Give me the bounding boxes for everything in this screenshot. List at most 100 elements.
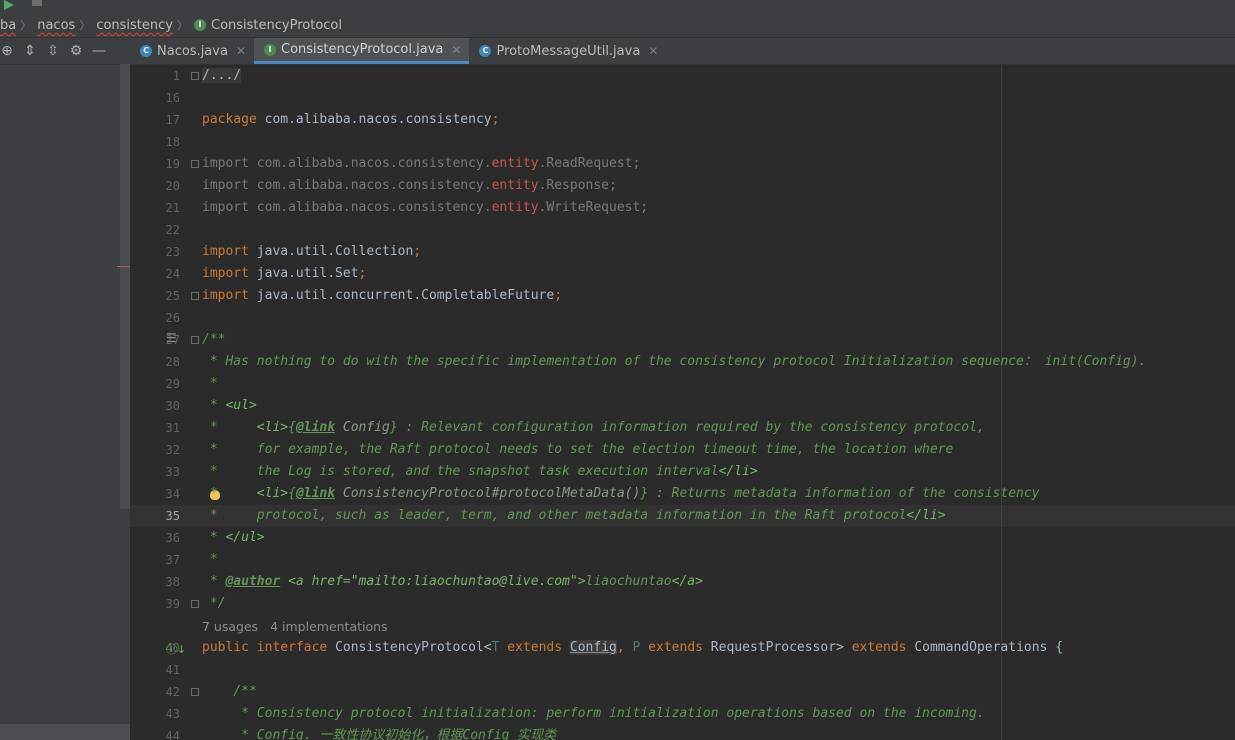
import-text: .WriteRequest; bbox=[538, 200, 649, 215]
tab-label: Nacos.java bbox=[157, 43, 228, 59]
code-line-24: import java.util.Set; bbox=[202, 263, 366, 285]
unresolved-package: entity bbox=[491, 178, 539, 193]
unresolved-package: entity bbox=[491, 200, 539, 215]
implementations-hint[interactable]: 4 implementations bbox=[270, 619, 387, 634]
keyword: import bbox=[202, 288, 249, 303]
line-number: 22 bbox=[165, 223, 180, 237]
doc-text: * bbox=[202, 398, 226, 413]
package-name: com.alibaba.nacos.consistency bbox=[256, 112, 492, 127]
keyword: interface bbox=[248, 640, 328, 655]
breadcrumb-item-consistencyprotocol[interactable]: I ConsistencyProtocol bbox=[194, 18, 342, 33]
folded-region[interactable]: /.../ bbox=[202, 68, 242, 83]
doc-text bbox=[280, 574, 288, 589]
code-line-20: import com.alibaba.nacos.consistency.ent… bbox=[202, 175, 617, 197]
code-line-36: * </ul> bbox=[202, 527, 265, 549]
code-line-44: * Config. 一致性协议初始化，根据Config 实现类 bbox=[202, 728, 557, 740]
html-tag: </li> bbox=[906, 508, 946, 523]
breadcrumb-item-ba[interactable]: ba bbox=[0, 18, 16, 33]
line-number: 37 bbox=[165, 553, 180, 567]
line-number: 28 bbox=[165, 355, 180, 369]
line-number-current: 35 bbox=[165, 509, 180, 523]
interface-name: ConsistencyProtocol< bbox=[327, 640, 492, 655]
line-number: 30 bbox=[165, 399, 180, 413]
doc-author-tag: @author bbox=[225, 574, 281, 589]
line-number: 17 bbox=[165, 113, 180, 127]
line-number: 16 bbox=[165, 91, 180, 105]
fold-toggle-icon[interactable] bbox=[191, 336, 199, 344]
code-line-17: package com.alibaba.nacos.consistency; bbox=[202, 109, 499, 131]
project-sidebar: ⊕ ⇕ ⇳ ⚙ — bbox=[0, 38, 130, 740]
import-name: java.util.concurrent.CompletableFuture bbox=[248, 288, 555, 303]
tab-nacos-java[interactable]: C Nacos.java ✕ bbox=[130, 38, 254, 64]
fold-toggle-icon[interactable] bbox=[191, 160, 199, 168]
doc-text: * bbox=[202, 530, 226, 545]
close-icon[interactable]: ✕ bbox=[236, 44, 246, 58]
import-text: import com.alibaba.nacos.consistency. bbox=[202, 200, 492, 215]
code-line-42: /** bbox=[202, 684, 257, 699]
implemented-by-icon[interactable]: ⓘ↓ bbox=[166, 641, 186, 657]
code-line-21: import com.alibaba.nacos.consistency.ent… bbox=[202, 197, 648, 219]
code-line-38: * @author <a href="mailto:liaochuntao@li… bbox=[202, 571, 703, 593]
sidebar-scrollbar[interactable] bbox=[120, 64, 130, 509]
tab-consistencyprotocol-java[interactable]: I ConsistencyProtocol.java ✕ bbox=[254, 38, 470, 64]
semicolon: ; bbox=[491, 112, 500, 127]
run-icon[interactable] bbox=[4, 0, 14, 10]
breadcrumb-separator-icon: 〉 bbox=[20, 19, 32, 32]
html-tag: </a> bbox=[671, 574, 703, 589]
unresolved-package: entity bbox=[491, 156, 539, 171]
minimize-icon[interactable]: — bbox=[92, 43, 106, 59]
import-text: import com.alibaba.nacos.consistency. bbox=[202, 178, 492, 193]
interface-icon: I bbox=[264, 43, 276, 56]
code-editor[interactable]: 1 16 17 18 19 20 21 22 23 24 25 26 27 28… bbox=[130, 65, 1235, 740]
gear-icon[interactable]: ⚙ bbox=[69, 43, 83, 59]
class-icon: C bbox=[479, 45, 492, 57]
code-line-27: /** bbox=[202, 332, 226, 347]
code-line-1: /.../ bbox=[202, 65, 242, 87]
stop-icon[interactable] bbox=[32, 0, 42, 6]
doc-link-tag[interactable]: @link bbox=[296, 420, 335, 435]
line-number: 20 bbox=[165, 179, 180, 193]
collapse-all-icon[interactable]: ⇳ bbox=[46, 43, 60, 59]
crosshair-icon[interactable]: ⊕ bbox=[0, 43, 14, 59]
doc-reference[interactable]: ConsistencyProtocol bbox=[335, 486, 492, 501]
expand-all-icon[interactable]: ⇕ bbox=[23, 43, 37, 59]
tab-protomessageutil-java[interactable]: C ProtoMessageUtil.java ✕ bbox=[469, 38, 666, 64]
class-icon: C bbox=[140, 45, 152, 57]
line-number: 29 bbox=[165, 377, 180, 391]
breadcrumb-item-label: ConsistencyProtocol bbox=[211, 17, 342, 33]
doc-text: * bbox=[202, 420, 257, 435]
breadcrumb-item-nacos[interactable]: nacos bbox=[37, 18, 75, 33]
reader-mode-icon[interactable]: ☰ bbox=[166, 331, 177, 345]
code-line-34: * <li>{@link ConsistencyProtocol#protoco… bbox=[202, 483, 1040, 505]
fold-toggle-icon[interactable] bbox=[191, 688, 199, 696]
line-number: 32 bbox=[165, 443, 180, 457]
line-number: 23 bbox=[165, 245, 180, 259]
fold-toggle-icon[interactable] bbox=[191, 72, 199, 80]
author-name: liaochuntao bbox=[585, 574, 672, 589]
highlighted-symbol[interactable]: Config bbox=[569, 640, 617, 655]
code-line-33: * the Log is stored, and the snapshot ta… bbox=[202, 461, 758, 483]
code-line-32: * for example, the Raft protocol needs t… bbox=[202, 442, 954, 457]
doc-link-tag[interactable]: @link bbox=[296, 486, 335, 501]
fold-toggle-icon[interactable] bbox=[191, 292, 199, 300]
doc-method-reference[interactable]: #protocolMetaData() bbox=[492, 486, 641, 501]
close-icon[interactable]: ✕ bbox=[451, 43, 461, 57]
html-tag: <li> bbox=[256, 486, 289, 501]
doc-text: { bbox=[288, 486, 296, 501]
breadcrumb-item-consistency[interactable]: consistency bbox=[96, 18, 173, 33]
fold-toggle-icon[interactable] bbox=[191, 600, 199, 608]
line-number: 34 bbox=[165, 487, 180, 501]
code-line-29: * bbox=[202, 376, 218, 391]
semicolon: ; bbox=[413, 244, 422, 259]
doc-text: } : Returns metadata information of the … bbox=[640, 486, 1040, 501]
usages-hint[interactable]: 7 usages bbox=[202, 619, 258, 634]
code-line-31: * <li>{@link Config} : Relevant configur… bbox=[202, 417, 985, 439]
close-icon[interactable]: ✕ bbox=[648, 44, 658, 58]
doc-reference[interactable]: Config bbox=[335, 420, 390, 435]
keyword: extends bbox=[499, 640, 563, 655]
html-tag: </li> bbox=[718, 464, 758, 479]
html-tag: <a href="mailto:liaochuntao@live.com"> bbox=[288, 574, 586, 589]
semicolon: ; bbox=[554, 288, 563, 303]
line-number: 1 bbox=[172, 69, 180, 83]
